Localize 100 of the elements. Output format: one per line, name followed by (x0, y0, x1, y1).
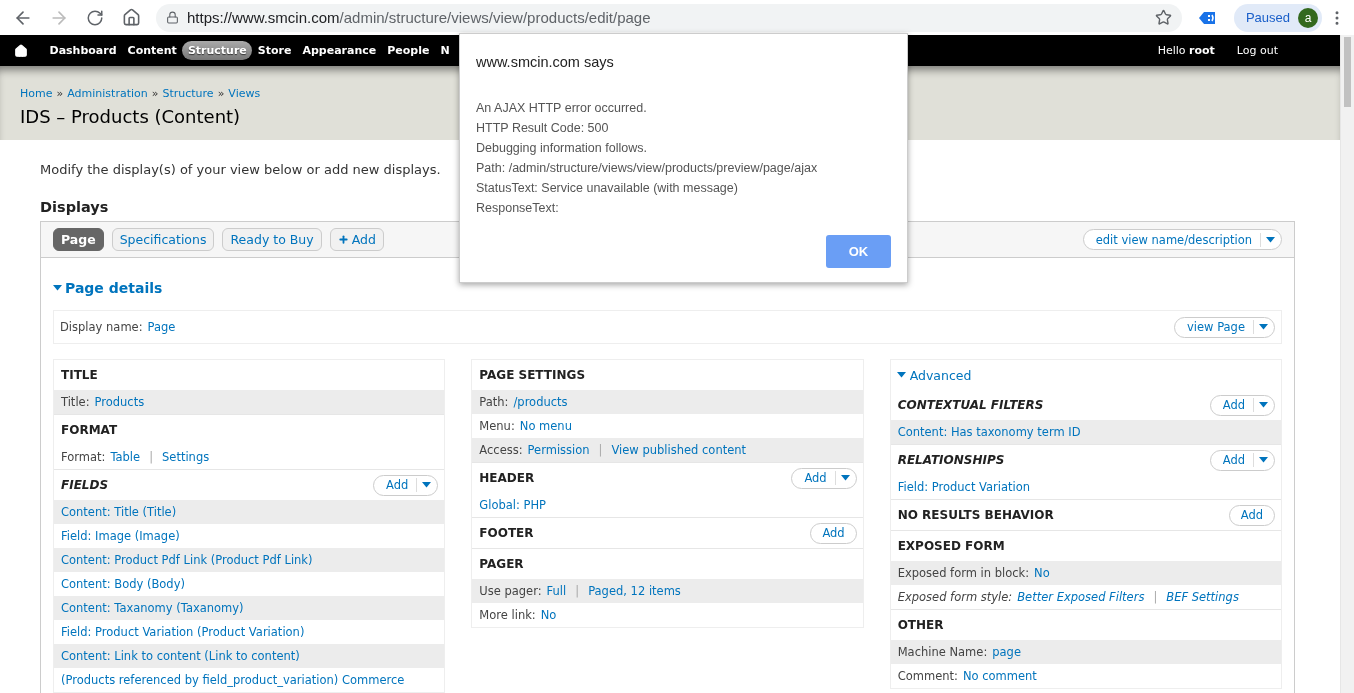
setting-link[interactable]: No (540, 608, 557, 622)
toolbar-link[interactable]: Content (122, 41, 183, 60)
display-tab[interactable]: Specifications (111, 228, 215, 251)
add-button[interactable]: Add (373, 474, 439, 496)
home-icon[interactable] (14, 43, 28, 58)
setting-link[interactable]: Content: Taxanomy (Taxanomy) (61, 601, 244, 615)
add-button[interactable]: Add (810, 522, 857, 544)
setting-link[interactable]: No menu (519, 419, 572, 433)
setting-link[interactable]: Settings (162, 450, 210, 464)
add-button[interactable]: Add (791, 467, 857, 489)
separator: | (598, 443, 603, 457)
toolbar-link[interactable]: Structure (182, 41, 253, 60)
setting-label: Access: (479, 443, 523, 457)
view-page-button[interactable]: view Page (1174, 316, 1275, 338)
dialog-message: Path: /admin/structure/views/view/products/preview/page/ajax (476, 160, 819, 177)
setting-link[interactable]: BEF Settings (1166, 590, 1239, 604)
setting-link[interactable]: Better Exposed Filters (1017, 590, 1145, 604)
setting-link[interactable]: No (1034, 566, 1050, 580)
caret-icon (896, 372, 906, 378)
add-button[interactable]: Add (1228, 504, 1275, 526)
toolbar-link[interactable]: People (381, 41, 435, 60)
profile-button[interactable]: Paused a (1233, 3, 1322, 32)
caret-icon (1259, 457, 1268, 463)
setting-link[interactable]: Paged, 12 items (588, 584, 681, 598)
setting-link[interactable]: Content: Link to content (Link to content) (61, 649, 300, 663)
setting-link[interactable]: View published content (611, 443, 747, 457)
home-icon[interactable] (121, 8, 141, 27)
section-title: RELATIONSHIPS (897, 453, 1005, 467)
setting-label: Comment: (897, 669, 958, 683)
logout-link[interactable]: Log out (1236, 44, 1278, 57)
setting-link[interactable]: Permission (527, 443, 590, 457)
section-title: TITLE (61, 368, 98, 382)
address-bar[interactable]: https://www.smcin.com/admin/structure/views/view/products/edit/page (156, 3, 1182, 32)
page-title: IDS – Products (Content) (20, 106, 241, 127)
setting-link[interactable]: No comment (962, 669, 1037, 683)
setting-link[interactable]: /products (513, 395, 568, 409)
breadcrumb-link[interactable]: Home (20, 87, 53, 100)
section-title: PAGER (479, 557, 524, 571)
setting-link[interactable]: Field: Image (Image) (61, 529, 180, 543)
caret-icon (840, 475, 850, 481)
dialog-title: www.smcin.com says (476, 54, 615, 70)
dialog-message: ResponseText: (476, 200, 560, 217)
section-title: FIELDS (61, 478, 109, 492)
tag-icon[interactable] (1197, 9, 1218, 26)
setting-label: Path: (479, 395, 509, 409)
section-title: FOOTER (479, 526, 534, 540)
advanced-toggle[interactable]: Advanced (890, 360, 1281, 390)
setting-link[interactable]: Content: Product Pdf Link (Product Pdf Link) (61, 553, 313, 567)
setting-link[interactable]: (Products referenced by field_product_variation) Commerce (61, 673, 405, 687)
setting-link[interactable]: Content: Body (Body) (61, 577, 185, 591)
caret-icon (1259, 324, 1268, 330)
add-button[interactable]: Add (1209, 394, 1275, 416)
toolbar-link[interactable]: N (434, 41, 456, 60)
display-tab[interactable]: Page (53, 228, 104, 251)
setting-label: Machine Name: (897, 645, 988, 659)
display-name-label: Display name: (60, 320, 143, 334)
setting-label: Menu: (479, 419, 515, 433)
setting-link[interactable]: Table (110, 450, 141, 464)
setting-link[interactable]: Full (546, 584, 567, 598)
display-tab[interactable]: Add (329, 228, 384, 251)
toolbar-link[interactable]: Appearance (296, 41, 382, 60)
reload-icon[interactable] (86, 8, 104, 27)
intro-text: Modify the display(s) of your view below or add new displays. (40, 162, 441, 177)
display-tab[interactable]: Ready to Buy (222, 228, 322, 251)
separator: | (575, 584, 580, 598)
setting-link[interactable]: Field: Product Variation (897, 480, 1031, 494)
avatar: a (1298, 7, 1318, 28)
section-title: PAGE SETTINGS (479, 368, 586, 382)
scrollbar[interactable] (1340, 35, 1354, 693)
toolbar-link[interactable]: Store (252, 41, 297, 60)
displays-heading: Displays (40, 199, 109, 215)
setting-link[interactable]: Products (94, 395, 145, 409)
breadcrumb-link[interactable]: Views (228, 87, 261, 100)
setting-label: Exposed form style: (897, 590, 1013, 604)
caret-icon (1259, 402, 1268, 408)
setting-link[interactable]: Content: Has taxonomy term ID (897, 425, 1081, 439)
toolbar-link[interactable]: Dashboard (44, 41, 123, 60)
section-title: FORMAT (61, 423, 118, 437)
edit-view-button[interactable]: edit view name/description (1082, 229, 1282, 250)
bookmark-star-icon[interactable] (1154, 9, 1172, 26)
section-title: CONTEXTUAL FILTERS (897, 398, 1044, 412)
setting-label: Title: (61, 395, 90, 409)
section-title: NO RESULTS BEHAVIOR (897, 508, 1054, 522)
setting-link[interactable]: Global: PHP (479, 498, 547, 512)
section-title: HEADER (479, 471, 535, 485)
display-name-link[interactable]: Page (147, 320, 176, 334)
user-greeting: Hello root (1157, 44, 1215, 57)
separator: | (1153, 590, 1158, 604)
setting-link[interactable]: page (992, 645, 1021, 659)
add-button[interactable]: Add (1209, 449, 1275, 471)
breadcrumb-link[interactable]: Administration (67, 87, 148, 100)
breadcrumb-separator: » (217, 87, 225, 100)
plus-icon (337, 234, 349, 245)
ok-button[interactable]: OK (826, 235, 891, 268)
setting-link[interactable]: Content: Title (Title) (61, 505, 177, 519)
page-details-toggle[interactable]: Page details (53, 280, 1282, 296)
setting-link[interactable]: Field: Product Variation (Product Variation) (61, 625, 305, 639)
separator: | (149, 450, 154, 464)
breadcrumb-link[interactable]: Structure (162, 87, 214, 100)
setting-label: Use pager: (479, 584, 542, 598)
